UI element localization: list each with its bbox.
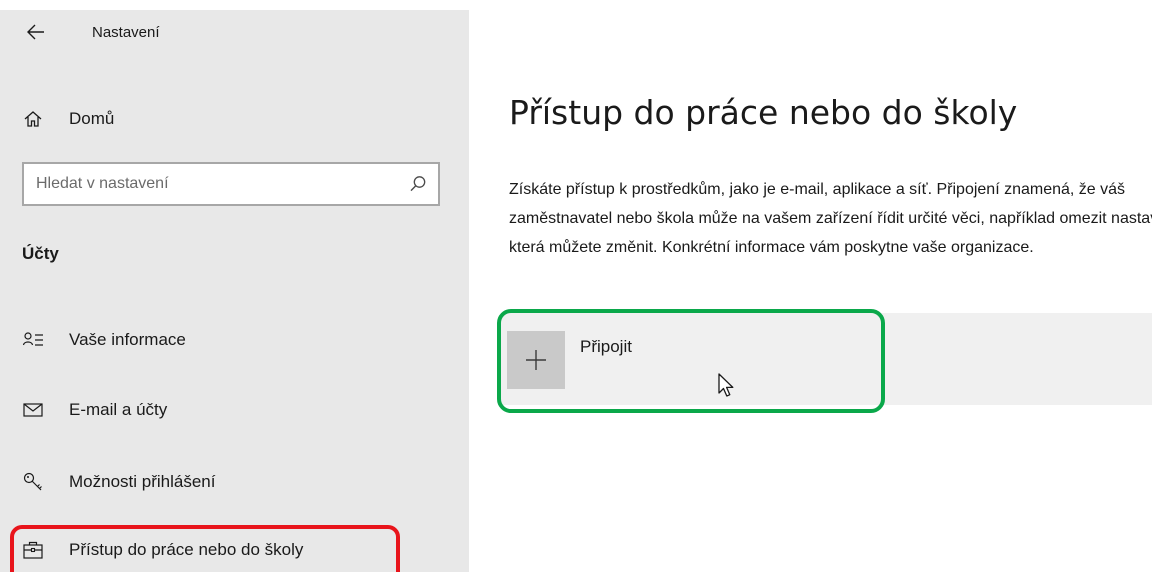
sidebar-item-sign-in-options[interactable]: Možnosti přihlášení [0, 462, 469, 502]
sidebar-item-label: Přístup do práce nebo do školy [69, 540, 304, 559]
back-button[interactable] [24, 20, 48, 44]
back-arrow-icon [27, 24, 44, 40]
briefcase-icon [22, 539, 44, 561]
app-title: Nastavení [92, 24, 160, 41]
search-icon[interactable] [408, 174, 428, 194]
sidebar: Nastavení Domů Účty [0, 10, 469, 572]
mail-icon [22, 399, 44, 421]
plus-icon [507, 331, 565, 389]
settings-window: Nastavení Domů Účty [0, 0, 1152, 572]
search-input[interactable] [36, 164, 396, 204]
page-description: Získáte přístup k prostředkům, jako je e… [509, 181, 1152, 256]
section-heading: Účty [22, 244, 59, 263]
sidebar-item-label: Domů [69, 109, 115, 128]
key-icon [22, 471, 44, 493]
sidebar-item-your-info[interactable]: Vaše informace [0, 320, 469, 360]
sidebar-item-label: E-mail a účty [69, 400, 168, 419]
sidebar-item-label: Vaše informace [69, 330, 186, 349]
sidebar-item-label: Možnosti přihlášení [69, 472, 216, 491]
sidebar-item-access-work-school[interactable]: Přístup do práce nebo do školy [0, 530, 469, 570]
title-bar: Nastavení [0, 10, 469, 58]
person-card-icon [22, 329, 44, 351]
main-content: Přístup do práce nebo do školy Získáte p… [469, 0, 1152, 572]
sidebar-item-email-accounts[interactable]: E-mail a účty [0, 390, 469, 430]
search-box [22, 162, 440, 206]
page-title: Přístup do práce nebo do školy [509, 93, 1018, 132]
sidebar-item-home[interactable]: Domů [0, 99, 469, 139]
home-icon [22, 108, 44, 130]
connect-button[interactable]: Připojit [501, 313, 1152, 405]
connect-label: Připojit [580, 337, 632, 356]
